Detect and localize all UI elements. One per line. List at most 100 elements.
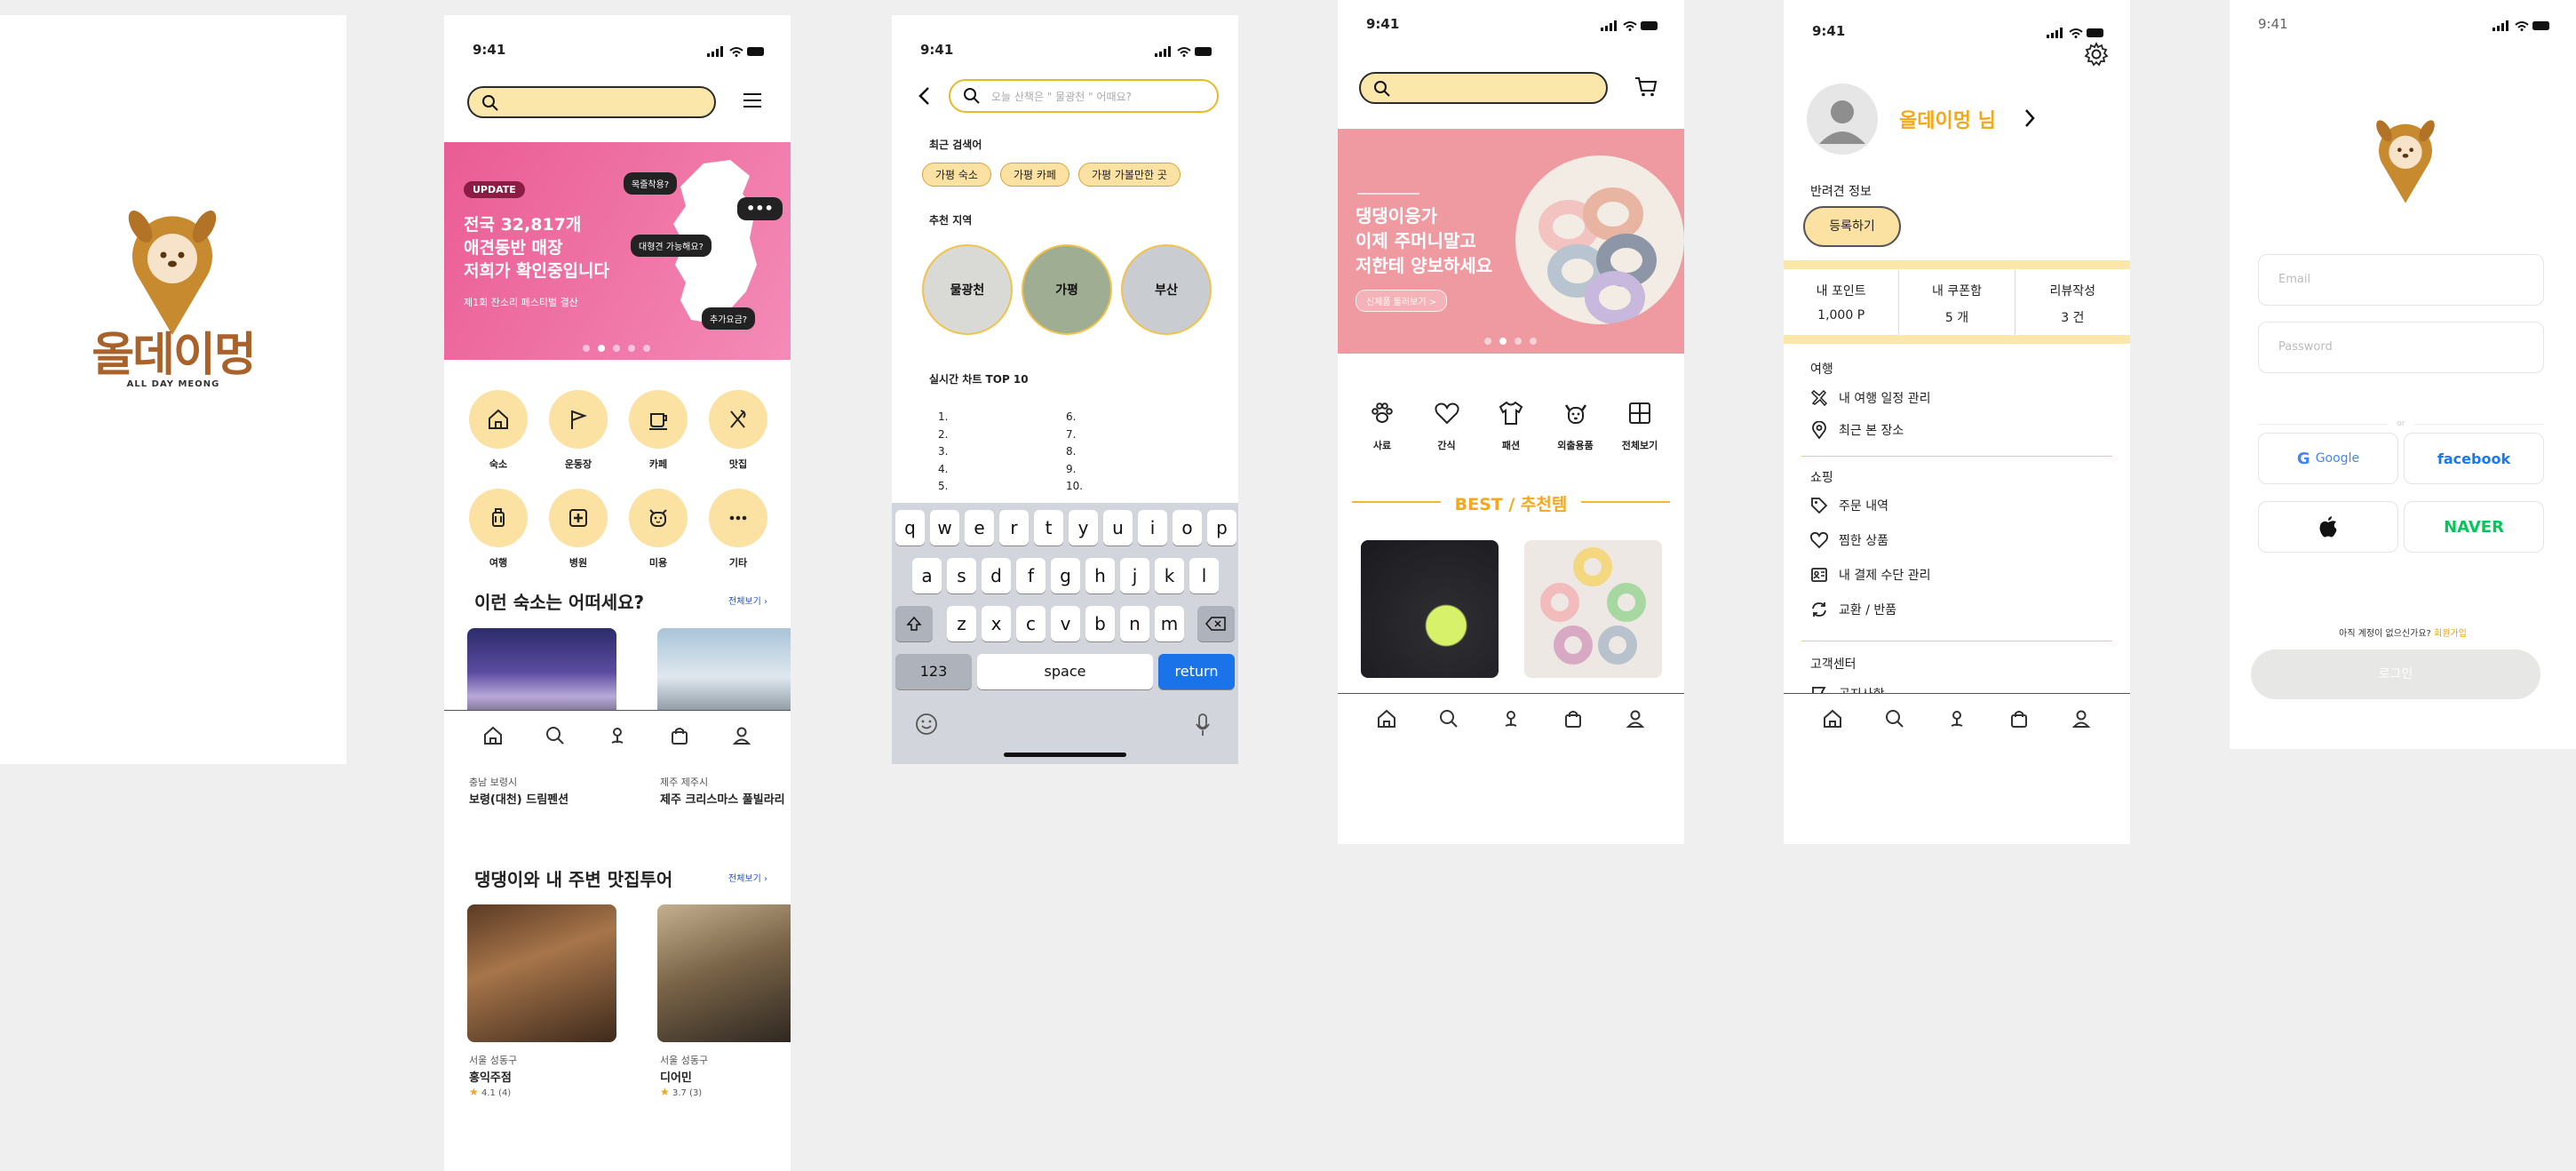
search-input[interactable]	[1359, 72, 1608, 104]
key-n[interactable]: n	[1120, 606, 1149, 641]
key-s[interactable]: s	[947, 558, 976, 593]
shop-category-outdoor[interactable]: 외출용품	[1549, 400, 1602, 452]
rank-item[interactable]: 8.	[1066, 443, 1083, 461]
shop-category-snack[interactable]: 간식	[1420, 400, 1474, 452]
category-etc[interactable]: 기타	[698, 489, 778, 570]
menu-orders[interactable]: 주문 내역	[1810, 497, 1888, 514]
rank-item[interactable]: 9.	[1066, 461, 1083, 479]
restaurant-image-2[interactable]	[657, 904, 791, 1042]
restaurant-name-2[interactable]: 디어민	[660, 1068, 692, 1085]
key-l[interactable]: l	[1189, 558, 1219, 593]
delete-key[interactable]	[1197, 606, 1235, 641]
menu-recent-places[interactable]: 최근 본 장소	[1810, 421, 1904, 439]
region-busan[interactable]: 부산	[1121, 244, 1212, 335]
key-z[interactable]: z	[947, 606, 976, 641]
rank-item[interactable]: 1.	[938, 409, 948, 426]
tab-search[interactable]	[1885, 709, 1904, 729]
rank-item[interactable]: 10.	[1066, 478, 1083, 496]
avatar[interactable]	[1807, 84, 1878, 155]
key-g[interactable]: g	[1051, 558, 1080, 593]
key-j[interactable]: j	[1120, 558, 1149, 593]
numbers-key[interactable]: 123	[895, 654, 972, 689]
email-field[interactable]: Email	[2258, 254, 2544, 306]
menu-wishlist[interactable]: 찜한 상품	[1810, 531, 1888, 549]
category-stay[interactable]: 숙소	[458, 390, 538, 471]
microphone-icon[interactable]	[1194, 713, 1212, 737]
settings-gear-icon[interactable]	[2084, 42, 2109, 67]
facebook-login-button[interactable]: facebook	[2404, 433, 2544, 484]
username[interactable]: 올데이멍 님	[1899, 105, 1996, 133]
back-icon[interactable]	[918, 86, 931, 106]
tab-search[interactable]	[1439, 709, 1459, 729]
shop-category-fashion[interactable]: 패션	[1484, 400, 1538, 452]
stat-reviews[interactable]: 리뷰작성 3 건	[2015, 269, 2130, 335]
return-key[interactable]: return	[1158, 654, 1235, 689]
tab-map[interactable]	[1947, 709, 1967, 729]
rank-item[interactable]: 2.	[938, 426, 948, 444]
tab-profile[interactable]	[1626, 709, 1645, 729]
see-all-stays-link[interactable]: 전체보기 ›	[728, 593, 767, 607]
naver-login-button[interactable]: NAVER	[2404, 501, 2544, 553]
tab-search[interactable]	[545, 726, 565, 745]
category-hospital[interactable]: 병원	[538, 489, 618, 570]
key-e[interactable]: e	[965, 510, 994, 546]
restaurant-image-1[interactable]	[467, 904, 616, 1042]
key-c[interactable]: c	[1016, 606, 1046, 641]
rank-item[interactable]: 7.	[1066, 426, 1083, 444]
chevron-right-icon[interactable]	[2023, 108, 2036, 129]
tab-map[interactable]	[1501, 709, 1521, 729]
key-b[interactable]: b	[1085, 606, 1115, 641]
key-p[interactable]: p	[1207, 510, 1236, 546]
category-travel[interactable]: 여행	[458, 489, 538, 570]
key-w[interactable]: w	[930, 510, 959, 546]
key-x[interactable]: x	[982, 606, 1011, 641]
menu-exchange-return[interactable]: 교환 / 반품	[1810, 601, 1896, 618]
rank-item[interactable]: 4.	[938, 461, 948, 479]
emoji-icon[interactable]	[915, 713, 938, 736]
best-product-2[interactable]	[1524, 540, 1662, 678]
see-all-restaurants-link[interactable]: 전체보기 ›	[728, 871, 767, 884]
key-v[interactable]: v	[1051, 606, 1080, 641]
menu-payment-methods[interactable]: 내 결제 수단 관리	[1810, 566, 1931, 584]
best-product-1[interactable]	[1361, 540, 1499, 678]
search-field[interactable]: 오늘 산책은 " 물광천 " 어때요?	[949, 79, 1219, 113]
shop-category-food[interactable]: 사료	[1356, 400, 1409, 452]
rank-item[interactable]: 6.	[1066, 409, 1083, 426]
shop-banner[interactable]: 댕댕이응가 이제 주머니말고 저한테 양보하세요 신제품 둘러보기 >	[1338, 129, 1684, 354]
cart-icon[interactable]	[1634, 76, 1658, 98]
promo-banner[interactable]: UPDATE 전국 32,817개 애견동반 매장 저희가 확인중입니다 제1회…	[444, 142, 791, 360]
stay-name-1[interactable]: 보령(대천) 드림펜션	[469, 790, 568, 807]
tab-home[interactable]	[1377, 709, 1396, 729]
key-y[interactable]: y	[1069, 510, 1098, 546]
recent-chip[interactable]: 가평 숙소	[922, 163, 991, 187]
tab-home[interactable]	[483, 726, 503, 745]
recent-chip[interactable]: 가평 카페	[999, 163, 1069, 187]
category-restaurant[interactable]: 맛집	[698, 390, 778, 471]
recent-chip[interactable]: 가평 가볼만한 곳	[1077, 163, 1181, 187]
menu-trip-schedule[interactable]: 내 여행 일정 관리	[1810, 389, 1931, 407]
key-f[interactable]: f	[1016, 558, 1046, 593]
stat-coupons[interactable]: 내 쿠폰함 5 개	[1899, 269, 2015, 335]
signup-link[interactable]: 회원가입	[2434, 629, 2467, 639]
register-pet-button[interactable]: 등록하기	[1803, 206, 1901, 247]
key-a[interactable]: a	[912, 558, 942, 593]
key-t[interactable]: t	[1034, 510, 1063, 546]
key-m[interactable]: m	[1155, 606, 1184, 641]
shop-category-all[interactable]: 전체보기	[1613, 400, 1666, 452]
key-h[interactable]: h	[1085, 558, 1115, 593]
space-key[interactable]: space	[977, 654, 1153, 689]
banner-cta-button[interactable]: 신제품 둘러보기 >	[1356, 290, 1448, 312]
key-r[interactable]: r	[999, 510, 1029, 546]
category-grooming[interactable]: 미용	[618, 489, 698, 570]
stat-points[interactable]: 내 포인트 1,000 P	[1784, 269, 1900, 335]
category-playground[interactable]: 운동장	[538, 390, 618, 471]
rank-item[interactable]: 5.	[938, 478, 948, 496]
stay-name-2[interactable]: 제주 크리스마스 풀빌라리	[660, 790, 785, 807]
tab-shop[interactable]	[1563, 709, 1583, 729]
google-login-button[interactable]: G Google	[2258, 433, 2398, 484]
menu-icon[interactable]	[743, 92, 762, 109]
rank-item[interactable]: 3.	[938, 443, 948, 461]
login-button[interactable]: 로그인	[2251, 649, 2540, 699]
key-u[interactable]: u	[1103, 510, 1133, 546]
region-mulgwangcheon[interactable]: 물광천	[922, 244, 1013, 335]
